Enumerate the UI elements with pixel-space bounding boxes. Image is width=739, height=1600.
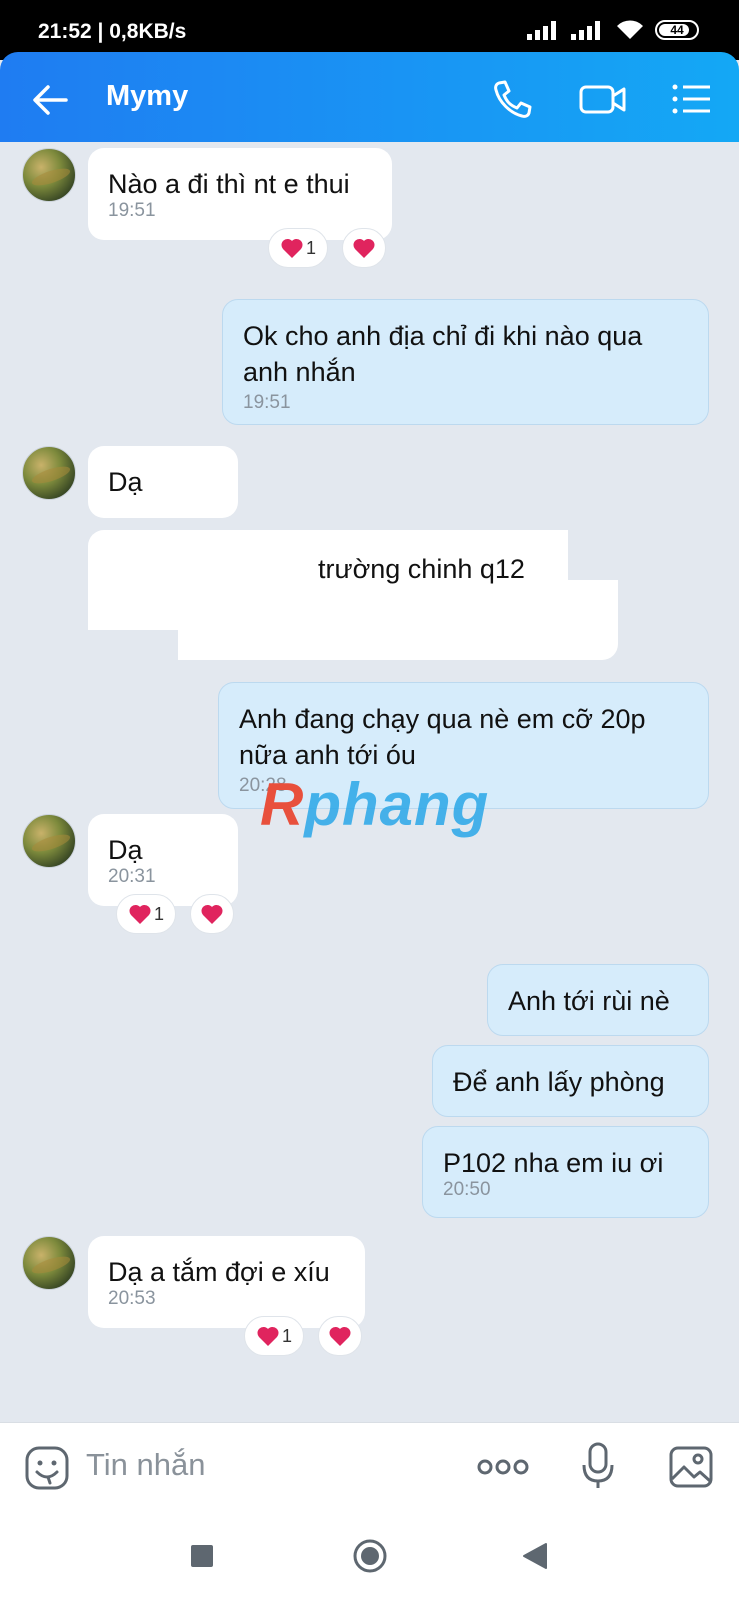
heart-icon bbox=[329, 1326, 351, 1346]
message-time: 19:51 bbox=[108, 200, 156, 221]
nav-circle-icon[interactable] bbox=[352, 1538, 388, 1574]
sticker-icon[interactable] bbox=[24, 1445, 70, 1491]
message-text: P102 nha em iu ơi bbox=[443, 1148, 664, 1178]
message-text: Dạ bbox=[108, 467, 143, 497]
reaction-summary[interactable]: 1 bbox=[116, 894, 176, 934]
avatar[interactable] bbox=[22, 1236, 76, 1290]
react-button[interactable] bbox=[318, 1316, 362, 1356]
reaction-count: 1 bbox=[153, 903, 164, 924]
reaction-summary[interactable]: 1 bbox=[268, 228, 328, 268]
message-time: 20:31 bbox=[108, 866, 156, 887]
menu-list-icon[interactable] bbox=[670, 78, 714, 120]
message-input[interactable]: Tin nhắn bbox=[86, 1447, 206, 1483]
message-text: Nào a đi thì nt e thui bbox=[108, 169, 350, 199]
message-outgoing[interactable]: P102 nha em iu ơi 20:50 bbox=[422, 1126, 709, 1218]
status-icons: 44 bbox=[527, 19, 699, 41]
message-incoming-redacted[interactable]: trường chinh q12 bbox=[88, 530, 628, 660]
video-call-icon[interactable] bbox=[578, 78, 628, 120]
reaction-count: 1 bbox=[281, 1325, 292, 1346]
avatar[interactable] bbox=[22, 814, 76, 868]
status-bar: 21:52 | 0,8KB/s 44 bbox=[0, 0, 739, 60]
message-incoming[interactable]: Dạ bbox=[88, 446, 238, 518]
message-text: trường chinh q12 bbox=[318, 554, 525, 584]
system-nav-bar bbox=[0, 1512, 739, 1600]
message-time: 20:53 bbox=[108, 1288, 156, 1309]
battery-level: 44 bbox=[670, 23, 684, 37]
message-text: Anh tới rùi nè bbox=[508, 986, 670, 1016]
message-time: 20:50 bbox=[443, 1179, 491, 1200]
message-text: Để anh lấy phòng bbox=[453, 1067, 665, 1097]
microphone-icon[interactable] bbox=[580, 1441, 616, 1491]
watermark-text: phang bbox=[304, 771, 490, 838]
heart-icon bbox=[281, 238, 303, 258]
wifi-icon bbox=[617, 20, 643, 39]
chat-header: Mymy bbox=[0, 52, 739, 142]
signal-icon bbox=[571, 21, 600, 40]
watermark-initial: R bbox=[260, 771, 305, 838]
avatar[interactable] bbox=[22, 446, 76, 500]
heart-icon bbox=[201, 904, 223, 924]
status-time: 21:52 | 0,8KB/s bbox=[38, 20, 187, 43]
nav-back-icon[interactable] bbox=[522, 1542, 548, 1570]
react-button[interactable] bbox=[190, 894, 234, 934]
message-incoming[interactable]: Dạ a tắm đợi e xíu 20:53 bbox=[88, 1236, 365, 1328]
contact-name[interactable]: Mymy bbox=[106, 80, 188, 113]
heart-icon bbox=[129, 904, 151, 924]
nav-square-icon[interactable] bbox=[190, 1544, 214, 1568]
message-outgoing[interactable]: Để anh lấy phòng bbox=[432, 1045, 709, 1117]
message-time: 19:51 bbox=[243, 392, 291, 413]
composer-bar: Tin nhắn bbox=[0, 1422, 739, 1512]
message-outgoing[interactable]: Ok cho anh địa chỉ đi khi nào qua anh nh… bbox=[222, 299, 709, 425]
message-text: Dạ a tắm đợi e xíu bbox=[108, 1257, 330, 1287]
heart-icon bbox=[257, 1326, 279, 1346]
message-text: Dạ bbox=[108, 835, 143, 865]
battery-icon: 44 bbox=[655, 20, 699, 40]
back-arrow-icon[interactable] bbox=[30, 80, 70, 120]
message-incoming[interactable]: Nào a đi thì nt e thui 19:51 bbox=[88, 148, 392, 240]
message-text: Ok cho anh địa chỉ đi khi nào qua anh nh… bbox=[243, 321, 643, 387]
react-button[interactable] bbox=[342, 228, 386, 268]
avatar[interactable] bbox=[22, 148, 76, 202]
image-icon[interactable] bbox=[668, 1445, 714, 1489]
message-incoming[interactable]: Dạ 20:31 bbox=[88, 814, 238, 906]
reaction-count: 1 bbox=[305, 237, 316, 258]
reaction-summary[interactable]: 1 bbox=[244, 1316, 304, 1356]
message-text: Anh đang chạy qua nè em cỡ 20p nữa anh t… bbox=[239, 704, 646, 770]
message-outgoing[interactable]: Anh tới rùi nè bbox=[487, 964, 709, 1036]
phone-icon[interactable] bbox=[490, 78, 534, 120]
signal-icon bbox=[527, 21, 556, 40]
heart-icon bbox=[353, 238, 375, 258]
more-icon[interactable] bbox=[477, 1459, 529, 1475]
watermark: Rphang bbox=[260, 770, 489, 839]
